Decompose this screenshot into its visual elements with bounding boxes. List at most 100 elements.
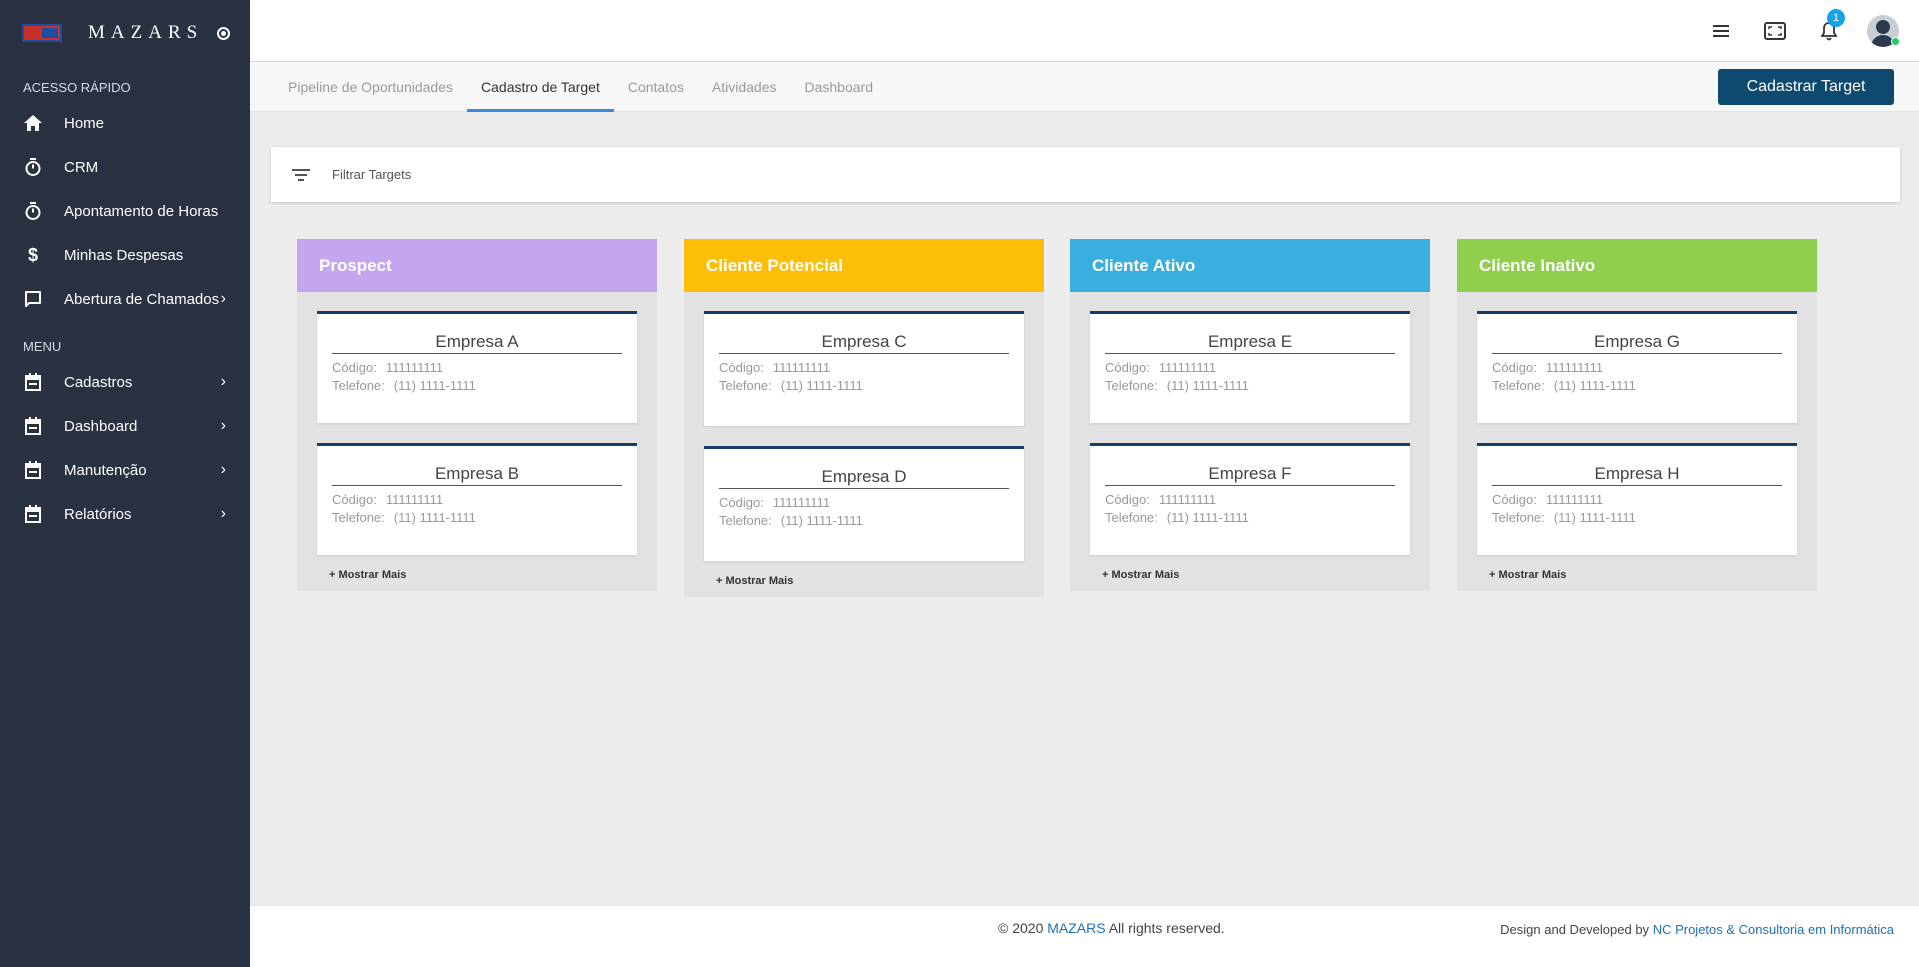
sidebar: MAZARS ACESSO RÁPIDO Home CRM Apontament… <box>0 0 250 967</box>
code-value: 111111111 <box>1158 492 1217 507</box>
show-more-link[interactable]: + Mostrar Mais <box>297 569 657 587</box>
kanban-column-cliente-ativo: Cliente Ativo Empresa E Código: 111111111… <box>1070 239 1430 591</box>
phone-label: Telefone: <box>719 378 772 393</box>
code-label: Código: <box>719 495 764 510</box>
chevron-right-icon: › <box>220 417 226 434</box>
phone-label: Telefone: <box>1492 378 1545 393</box>
code-value: 111111111 <box>772 495 831 510</box>
calendar-icon <box>22 415 44 437</box>
sidebar-item-label: Dashboard <box>64 417 138 435</box>
calendar-icon <box>22 459 44 481</box>
timer-icon <box>22 200 44 222</box>
calendar-icon <box>22 503 44 525</box>
phone-label: Telefone: <box>1492 510 1545 525</box>
phone-label: Telefone: <box>719 513 772 528</box>
show-more-link[interactable]: + Mostrar Mais <box>684 575 1044 593</box>
home-icon <box>22 112 44 134</box>
chevron-right-icon: › <box>220 461 226 478</box>
chevron-right-icon: › <box>220 290 226 307</box>
top-bar: 1 <box>250 0 1919 62</box>
code-value: 111111111 <box>1545 492 1604 507</box>
phone-value: (11) 1111-1111 <box>780 513 863 528</box>
chevron-right-icon: › <box>220 373 226 390</box>
column-header: Cliente Inativo <box>1457 239 1817 292</box>
company-card[interactable]: Empresa H Código: 111111111 Telefone: (11)… <box>1477 443 1797 555</box>
tab-cadastro-de-target[interactable]: Cadastro de Target <box>467 62 614 112</box>
phone-label: Telefone: <box>332 510 385 525</box>
code-label: Código: <box>1492 492 1537 507</box>
tab-contatos[interactable]: Contatos <box>614 62 698 112</box>
column-header: Cliente Potencial <box>684 239 1044 292</box>
tab-dashboard[interactable]: Dashboard <box>790 62 887 112</box>
sidebar-item-cadastros[interactable]: Cadastros › <box>0 360 250 404</box>
company-card[interactable]: Empresa G Código: 111111111 Telefone: (11)… <box>1477 311 1797 423</box>
filter-bar[interactable]: Filtrar Targets <box>271 147 1900 202</box>
cadastrar-target-button[interactable]: Cadastrar Target <box>1718 69 1894 105</box>
developer-link[interactable]: NC Projetos & Consultoria em Informática <box>1653 922 1894 937</box>
phone-value: (11) 1111-1111 <box>1553 378 1636 393</box>
notifications-bell-icon[interactable]: 1 <box>1813 9 1845 47</box>
calendar-icon <box>22 371 44 393</box>
company-card[interactable]: Empresa E Código: 111111111 Telefone: (11)… <box>1090 311 1410 423</box>
phone-label: Telefone: <box>332 378 385 393</box>
code-value: 111111111 <box>1545 360 1604 375</box>
company-card[interactable]: Empresa A Código: 111111111 Telefone: (11)… <box>317 311 637 423</box>
user-avatar-button[interactable] <box>1867 15 1900 47</box>
show-more-link[interactable]: + Mostrar Mais <box>1070 569 1430 587</box>
sidebar-item-crm[interactable]: CRM <box>0 145 250 189</box>
column-header: Cliente Ativo <box>1070 239 1430 292</box>
quick-access-label: ACESSO RÁPIDO <box>23 80 131 95</box>
sidebar-item-apontamento-de-horas[interactable]: Apontamento de Horas <box>0 189 250 233</box>
sidebar-item-dashboard[interactable]: Dashboard › <box>0 404 250 448</box>
company-card[interactable]: Empresa C Código: 111111111 Telefone: (11)… <box>704 311 1024 426</box>
sidebar-item-label: Minhas Despesas <box>64 246 184 264</box>
mazars-logo <box>22 24 62 42</box>
column-header: Prospect <box>297 239 657 292</box>
code-label: Código: <box>1105 360 1150 375</box>
company-name: Empresa B <box>332 464 622 486</box>
company-card[interactable]: Empresa F Código: 111111111 Telefone: (11)… <box>1090 443 1410 555</box>
code-value: 111111111 <box>772 360 831 375</box>
online-status-dot <box>1891 37 1900 46</box>
code-label: Código: <box>332 360 377 375</box>
phone-value: (11) 1111-1111 <box>780 378 863 393</box>
tabs-bar: Pipeline de Oportunidades Cadastro de Ta… <box>250 62 1919 112</box>
chevron-right-icon: › <box>220 505 226 522</box>
dollar-icon: $ <box>27 244 38 265</box>
sidebar-item-label: Manutenção <box>64 461 147 479</box>
company-name: Empresa G <box>1492 332 1782 354</box>
sidebar-item-abertura-de-chamados[interactable]: Abertura de Chamados › <box>0 277 250 321</box>
phone-value: (11) 1111-1111 <box>1166 510 1249 525</box>
phone-label: Telefone: <box>1105 510 1158 525</box>
code-value: 111111111 <box>1158 360 1217 375</box>
code-value: 111111111 <box>385 360 444 375</box>
tab-pipeline-de-oportunidades[interactable]: Pipeline de Oportunidades <box>274 62 467 112</box>
brand[interactable]: MAZARS <box>0 0 250 66</box>
sidebar-item-home[interactable]: Home <box>0 101 250 145</box>
company-name: Empresa H <box>1492 464 1782 486</box>
radio-icon[interactable] <box>217 26 231 40</box>
company-card[interactable]: Empresa D Código: 111111111 Telefone: (11)… <box>704 446 1024 561</box>
sidebar-item-relatorios[interactable]: Relatórios › <box>0 492 250 536</box>
sidebar-item-label: Home <box>64 114 105 132</box>
code-label: Código: <box>332 492 377 507</box>
hamburger-menu-icon[interactable] <box>1705 15 1737 47</box>
tab-atividades[interactable]: Atividades <box>698 62 791 112</box>
sidebar-item-minhas-despesas[interactable]: $ Minhas Despesas <box>0 233 250 277</box>
show-more-link[interactable]: + Mostrar Mais <box>1457 569 1817 587</box>
company-name: Empresa C <box>719 332 1009 354</box>
fullscreen-icon[interactable] <box>1759 15 1791 47</box>
filter-list-icon <box>291 167 311 183</box>
sidebar-item-label: Relatórios <box>64 505 132 523</box>
copyright: © 2020 MAZARS All rights reserved. <box>998 920 1225 936</box>
code-label: Código: <box>719 360 764 375</box>
kanban-column-cliente-inativo: Cliente Inativo Empresa G Código: 1111111… <box>1457 239 1817 591</box>
mazars-link[interactable]: MAZARS <box>1047 920 1105 936</box>
timer-icon <box>22 156 44 178</box>
footer: © 2020 MAZARS All rights reserved. Desig… <box>250 905 1919 967</box>
sidebar-item-manutencao[interactable]: Manutenção › <box>0 448 250 492</box>
chat-icon <box>22 288 44 310</box>
company-card[interactable]: Empresa B Código: 111111111 Telefone: (11)… <box>317 443 637 555</box>
phone-value: (11) 1111-1111 <box>1166 378 1249 393</box>
company-name: Empresa A <box>332 332 622 354</box>
